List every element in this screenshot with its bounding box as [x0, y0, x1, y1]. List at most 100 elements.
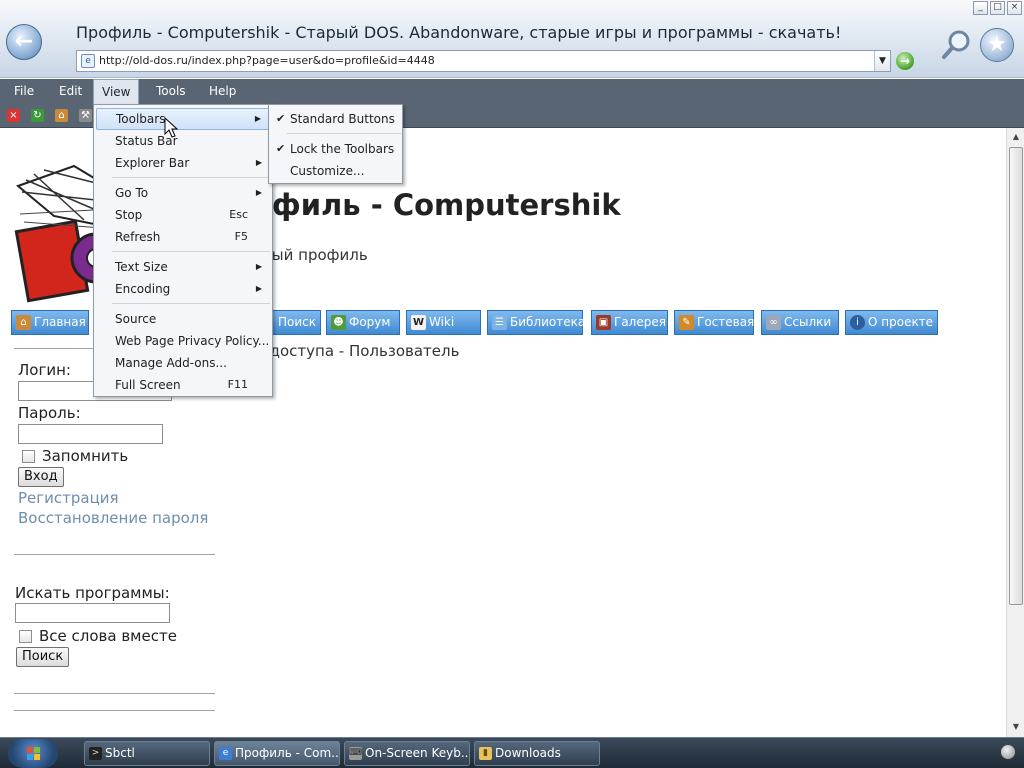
nav-home[interactable]: ⌂ Главная — [11, 310, 89, 335]
back-arrow-icon[interactable]: ← — [6, 24, 42, 60]
search-icon[interactable] — [940, 28, 972, 60]
scroll-up-icon[interactable]: ▲ — [1007, 128, 1024, 145]
menu-item-label: Web Page Privacy Policy... — [115, 334, 270, 348]
menu-shortcut: Esc — [229, 208, 248, 221]
view-menu-privacy-policy[interactable]: Web Page Privacy Policy... — [96, 330, 270, 352]
menu-item-label: Stop — [115, 208, 143, 222]
view-menu-refresh[interactable]: Refresh F5 — [96, 226, 270, 248]
program-search-button[interactable]: Поиск — [16, 647, 70, 667]
register-link[interactable]: Регистрация — [18, 489, 119, 507]
nav-label: Wiki — [429, 315, 455, 329]
program-search-label: Искать программы: — [15, 584, 170, 602]
sidebar-divider — [14, 710, 215, 711]
mouse-cursor-icon — [164, 117, 178, 138]
menu-item-label: Manage Add-ons... — [115, 356, 227, 370]
stop-icon[interactable]: × — [7, 109, 20, 122]
submenu-customize[interactable]: Customize... — [271, 160, 400, 182]
menu-item-label: Explorer Bar — [115, 156, 190, 170]
nav-about[interactable]: i О проекте — [845, 310, 938, 335]
favorites-star-icon[interactable]: ★ — [980, 28, 1014, 62]
menu-bar: File Edit View Tools Help — [0, 79, 1024, 105]
taskbar-item-downloads[interactable]: ▮ Downloads — [474, 741, 600, 766]
menu-item-label: Go To — [115, 186, 149, 200]
view-menu-toolbars[interactable]: Toolbars ▶ — [96, 108, 270, 130]
minimize-button[interactable]: _ — [973, 1, 988, 15]
taskbar-item-profile[interactable]: e Профиль - Com... — [214, 741, 340, 766]
remember-checkbox[interactable] — [22, 450, 35, 463]
close-button[interactable]: × — [1007, 1, 1022, 15]
view-menu-status-bar[interactable]: Status Bar — [96, 130, 270, 152]
menu-item-label: Text Size — [115, 260, 168, 274]
windows-logo-icon — [27, 747, 40, 760]
toolbars-submenu: ✔ Standard Buttons ✔ Lock the Toolbars C… — [268, 104, 403, 184]
nav-label: Главная — [34, 315, 86, 329]
scroll-thumb[interactable] — [1009, 147, 1023, 605]
address-dropdown-button[interactable]: ▼ — [874, 51, 890, 71]
home-icon[interactable]: ⌂ — [55, 109, 68, 122]
taskbar-item-sbctl[interactable]: > Sbctl — [84, 741, 210, 766]
menu-tools[interactable]: Tools — [148, 79, 194, 104]
view-menu-source[interactable]: Source — [96, 308, 270, 330]
taskbar-label: Профиль - Com... — [235, 746, 340, 760]
view-menu-dropdown: Toolbars ▶ Status Bar Explorer Bar ▶ Go … — [93, 104, 273, 397]
view-menu-text-size[interactable]: Text Size ▶ — [96, 256, 270, 278]
taskbar-label: Sbctl — [105, 746, 135, 760]
menu-file[interactable]: File — [6, 79, 42, 104]
view-menu-manage-addons[interactable]: Manage Add-ons... — [96, 352, 270, 374]
menu-separator — [287, 133, 401, 134]
wiki-icon: W — [411, 315, 426, 330]
maximize-button[interactable]: □ — [990, 1, 1005, 15]
menu-edit[interactable]: Edit — [51, 79, 90, 104]
menu-separator — [112, 303, 270, 304]
nav-label: Поиск — [278, 315, 317, 329]
menu-item-label: Encoding — [115, 282, 171, 296]
nav-links[interactable]: ∞ Ссылки — [761, 310, 839, 335]
address-bar[interactable]: e http://old-dos.ru/index.php?page=user&… — [76, 50, 891, 72]
remember-label: Запомнить — [42, 447, 129, 465]
nav-label: Библиотека — [510, 315, 586, 329]
vertical-scrollbar[interactable]: ▲ ▼ — [1006, 128, 1024, 737]
view-menu-full-screen[interactable]: Full Screen F11 — [96, 374, 270, 396]
window-title: Профиль - Computershik - Старый DOS. Aba… — [76, 23, 842, 42]
taskbar-label: On-Screen Keyb... — [365, 746, 470, 760]
submenu-standard-buttons[interactable]: ✔ Standard Buttons — [271, 108, 400, 130]
menu-item-label: Refresh — [115, 230, 161, 244]
start-button[interactable] — [8, 739, 58, 768]
nav-guestbook[interactable]: ✎ Гостевая — [674, 310, 754, 335]
nav-forum[interactable]: ☻ Форум — [326, 310, 400, 335]
nav-library[interactable]: ☰ Библиотека — [487, 310, 586, 335]
address-text[interactable]: http://old-dos.ru/index.php?page=user&do… — [99, 54, 435, 67]
view-menu-go-to[interactable]: Go To ▶ — [96, 182, 270, 204]
submenu-arrow-icon: ▶ — [255, 284, 262, 293]
restore-password-link[interactable]: Восстановление пароля — [18, 509, 208, 527]
user-icon: ☻ — [331, 315, 346, 330]
all-words-label: Все слова вместе — [39, 627, 177, 645]
menu-help[interactable]: Help — [201, 79, 244, 104]
guestbook-icon: ✎ — [679, 315, 694, 330]
login-button[interactable]: Вход — [18, 467, 64, 487]
terminal-icon: > — [89, 747, 102, 760]
home-icon: ⌂ — [16, 315, 31, 330]
menu-item-label: Source — [115, 312, 157, 326]
refresh-icon[interactable]: ↻ — [31, 109, 44, 122]
nav-wiki[interactable]: W Wiki — [406, 310, 481, 335]
taskbar-item-onscreen-keyboard[interactable]: ⌨ On-Screen Keyb... — [344, 741, 470, 766]
all-words-checkbox[interactable] — [19, 630, 32, 643]
link-icon: ∞ — [766, 315, 781, 330]
view-menu-explorer-bar[interactable]: Explorer Bar ▶ — [96, 152, 270, 174]
menu-shortcut: F5 — [234, 230, 248, 243]
submenu-lock-toolbars[interactable]: ✔ Lock the Toolbars — [271, 138, 400, 160]
nav-gallery[interactable]: ▣ Галерея — [591, 310, 668, 335]
go-arrow-icon[interactable]: → — [896, 52, 914, 70]
password-input[interactable] — [18, 424, 163, 444]
view-menu-encoding[interactable]: Encoding ▶ — [96, 278, 270, 300]
view-menu-stop[interactable]: Stop Esc — [96, 204, 270, 226]
program-search-input[interactable] — [15, 603, 170, 623]
tools-icon[interactable]: ⚒ — [79, 109, 92, 122]
scroll-down-icon[interactable]: ▼ — [1007, 718, 1024, 735]
menu-view[interactable]: View — [93, 79, 140, 105]
taskbar-label: Downloads — [495, 746, 561, 760]
sidebar-divider — [14, 693, 215, 694]
menu-separator — [112, 177, 270, 178]
tray-icon[interactable] — [1001, 745, 1015, 759]
